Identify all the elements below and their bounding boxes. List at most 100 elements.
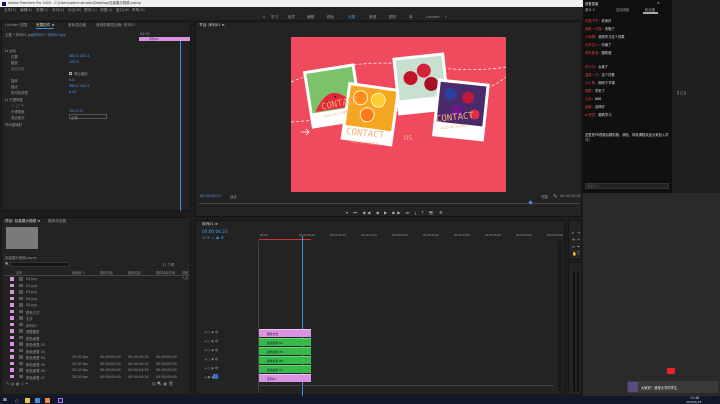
go-to-out-button[interactable]: ⏭	[406, 210, 412, 215]
play-button[interactable]: ▶	[384, 210, 389, 215]
menu-graphics[interactable]: 图形(G)	[84, 8, 97, 12]
blend-mode-select[interactable]: 正常	[69, 114, 107, 120]
ime-icon[interactable]	[667, 368, 675, 374]
list-item[interactable]: 颜色遮罩 02	[4, 342, 190, 348]
workspace-lumetri[interactable]: Lumetri	[426, 15, 440, 19]
new-item-icon[interactable]: ▥ 🔍 ▣ 🗑	[152, 381, 173, 386]
track-header-v3[interactable]: ▸ ▢ ◉ 👁	[205, 357, 219, 361]
explorer-icon[interactable]	[25, 397, 30, 403]
menu-marker[interactable]: 标记(M)	[68, 8, 81, 12]
list-item[interactable]: 文字	[4, 316, 190, 322]
list-item[interactable]: 颜色遮罩 06 25.00 fps 00:00:00:00 00:00:04:24 00…	[4, 368, 190, 374]
marker-button[interactable]: ▾	[346, 210, 350, 215]
clip-v5[interactable]: 颜色遮罩 04	[259, 338, 311, 346]
prop-anchor[interactable]: 锚点	[11, 84, 18, 89]
program-timecode[interactable]: 00:00:04:23	[200, 194, 221, 198]
clip-v2[interactable]: 颜色遮罩 07	[259, 365, 311, 373]
col-media-duration[interactable]: 媒体持续时间	[156, 270, 175, 275]
menu-window[interactable]: 窗口(W)	[116, 8, 130, 12]
prop-time-remap[interactable]: 时间重映射	[5, 122, 22, 127]
timeline-tab[interactable]: 序列01 ≡	[202, 222, 218, 227]
prop-scale[interactable]: 缩放	[11, 60, 18, 65]
workspace-graphics[interactable]: 图形	[389, 15, 396, 20]
back-one-frame-button[interactable]: ◀	[376, 210, 381, 215]
selection-tool-icon[interactable]: ▸	[572, 230, 574, 235]
menu-help[interactable]: 帮助(H)	[132, 8, 145, 12]
v1-source-patch[interactable]	[213, 374, 218, 379]
program-scrub-bar[interactable]	[199, 203, 579, 204]
desktop-icons[interactable]: ▯ ▯ ▯	[677, 90, 686, 95]
browser-icon[interactable]	[35, 397, 40, 403]
workspace-learn[interactable]: 学习	[271, 15, 278, 20]
lift-button[interactable]: ⤓	[415, 210, 419, 215]
track-header-v6[interactable]: ▸ ▢ ◉ 👁	[205, 330, 219, 334]
workspace-assembly[interactable]: 组件	[288, 15, 295, 20]
col-fps[interactable]: 帧速率 ↑	[72, 270, 85, 275]
list-item[interactable]: 01.jpg	[4, 277, 190, 283]
timeline-timecode[interactable]: 00:00:04:23	[202, 229, 228, 234]
list-item[interactable]: 颜色遮罩	[4, 335, 190, 342]
razor-tool-icon[interactable]: ✂	[577, 237, 580, 242]
go-to-in-button[interactable]: ⏮	[353, 210, 359, 215]
timeline-scrollbar[interactable]	[558, 241, 562, 391]
forward-button[interactable]: ▶▶	[392, 210, 402, 215]
chat-close-icon[interactable]: ✕	[657, 1, 660, 5]
list-item[interactable]: 04.jpg	[4, 296, 190, 303]
fit-select[interactable]: 适合	[230, 194, 237, 199]
settings-icon[interactable]: ⚙	[439, 210, 445, 215]
menu-clip[interactable]: 剪辑(C)	[36, 8, 49, 12]
chat-input[interactable]: 说点什么...	[585, 183, 669, 189]
clip-v3[interactable]: 颜色遮罩 06	[259, 356, 311, 364]
home-icon[interactable]: ⌂	[263, 15, 265, 19]
track-select-icon[interactable]: ⇥	[577, 230, 580, 235]
app-icon[interactable]	[45, 397, 50, 403]
windows-start-icon[interactable]: ⊞	[3, 398, 8, 403]
menu-file[interactable]: 文件(F)	[4, 8, 16, 12]
list-item[interactable]: 联系方式	[4, 309, 190, 316]
list-item[interactable]: 02.jpg	[4, 283, 190, 290]
menu-sequence[interactable]: 序列(S)	[52, 8, 64, 12]
prop-position[interactable]: 位置	[11, 54, 18, 59]
search-icon[interactable]: ○	[15, 398, 20, 403]
ripple-edit-icon[interactable]: ⇹	[572, 237, 575, 242]
mask-tools-icon[interactable]: ○ □ ✎	[11, 103, 24, 108]
workspace-audio[interactable]: 音频	[369, 15, 376, 20]
list-item[interactable]: 颜色遮罩 04 25.00 fps 00:00:00:00 00:00:04:24 00…	[4, 355, 190, 361]
clip-v4[interactable]: 颜色遮罩 05	[259, 347, 311, 355]
tab-media-browser[interactable]: 媒体浏览器	[48, 219, 66, 224]
pen-tool-icon[interactable]: ✒	[577, 244, 580, 249]
tab-lumetri-scopes[interactable]: Lumetri 范围	[5, 23, 27, 28]
list-item[interactable]: 颜色遮罩 07 25.00 fps 00:00:00:00 00:00:04:24 00…	[4, 374, 190, 381]
workspace-libraries[interactable]: 库	[409, 15, 413, 20]
premiere-icon[interactable]	[58, 397, 63, 403]
wrench-icon[interactable]: 🔧	[553, 194, 557, 198]
track-header-v4[interactable]: ▸ ▢ ◉ 👁	[205, 348, 219, 352]
export-frame-icon[interactable]: 📷	[429, 210, 436, 215]
track-header-v2[interactable]: ▸ ▢ ◉ 👁	[205, 366, 219, 370]
list-item[interactable]: 05.jpg	[4, 303, 190, 309]
quality-select[interactable]: 完整	[541, 194, 548, 199]
chat-tab-interactions[interactable]: 互动消息	[616, 7, 629, 12]
prop-antiflicker-value[interactable]: 0.00	[69, 90, 77, 94]
tab-project[interactable]: 项目: 包装展示视频 ≡	[5, 219, 40, 224]
track-header-v5[interactable]: ▸ ▢ ◉ 👁	[205, 339, 219, 343]
prop-position-value[interactable]: 360.0 202.5	[69, 54, 90, 58]
slip-tool-icon[interactable]: ↔	[572, 244, 575, 249]
list-item[interactable]: 调整图层	[4, 329, 190, 335]
prop-rotation-value[interactable]: 0.0	[69, 78, 74, 82]
prop-scale-value[interactable]: 100.0	[69, 60, 79, 64]
project-search-input[interactable]	[10, 262, 70, 267]
list-item[interactable]: 颜色遮罩 05 25.00 fps 00:00:00:00 00:00:04:24 00…	[4, 361, 190, 368]
prop-rotation[interactable]: 旋转	[11, 78, 18, 83]
list-item[interactable]: 03.jpg	[4, 290, 190, 296]
prop-antiflicker[interactable]: 防闪烁滤镜	[11, 90, 28, 95]
workspace-editing[interactable]: 编辑	[307, 15, 314, 20]
tab-audio-mixer[interactable]: 音轨混合器	[68, 23, 86, 28]
list-item[interactable]: 颜色遮罩 03	[4, 348, 190, 355]
program-monitor-tab[interactable]: 节目: 序列01 ≡	[199, 23, 224, 28]
prop-opacity-group[interactable]: fx 不透明度	[5, 97, 23, 102]
prop-opacity[interactable]: 不透明度	[11, 109, 25, 114]
clip-ref[interactable]: 序列01 * 序列01.jpg	[33, 32, 65, 37]
workspace-color[interactable]: 颜色	[327, 15, 334, 20]
col-media-start[interactable]: 媒体开始	[100, 270, 113, 275]
